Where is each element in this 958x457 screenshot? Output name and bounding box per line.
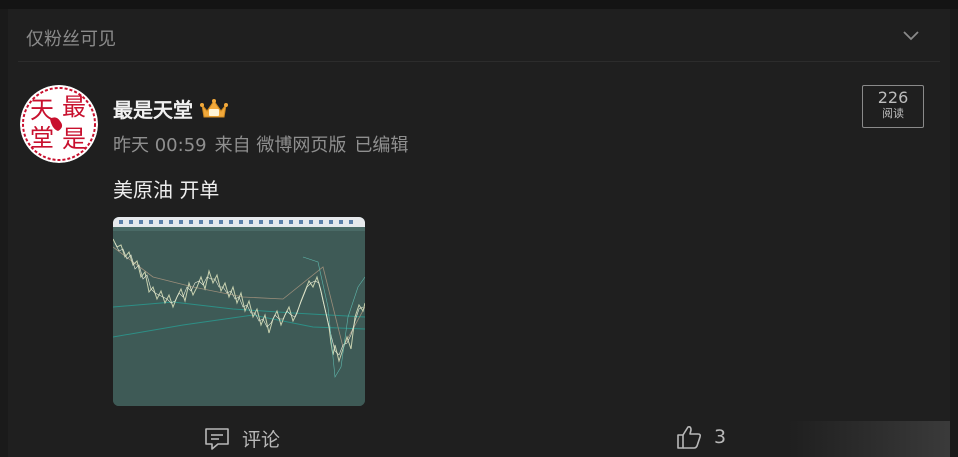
- avatar-char-2: 最: [62, 93, 86, 121]
- comment-button[interactable]: 评论: [204, 425, 280, 452]
- weibo-post-card: 仅粉丝可见 天 最 堂 是 最是天堂 昨天 00:59 来自 微博网页版 已编辑…: [8, 9, 950, 457]
- avatar[interactable]: 天 最 堂 是: [20, 85, 98, 163]
- like-count: 3: [714, 426, 727, 448]
- post-meta: 昨天 00:59 来自 微博网页版 已编辑: [113, 131, 416, 157]
- avatar-char-1: 天: [30, 96, 54, 124]
- author-name[interactable]: 最是天堂: [113, 94, 193, 123]
- chevron-down-icon[interactable]: [902, 29, 920, 43]
- avatar-seal-icon: 天 最 堂 是: [20, 85, 98, 163]
- post-source: 来自 微博网页版: [214, 135, 347, 156]
- author-name-row: 最是天堂: [113, 94, 229, 123]
- thumbs-up-icon: [677, 426, 702, 449]
- post-image-thumbnail[interactable]: [113, 217, 365, 406]
- read-count-badge: 226 阅读: [862, 85, 924, 128]
- divider: [18, 61, 940, 62]
- avatar-char-3: 堂: [30, 124, 54, 152]
- post-time[interactable]: 昨天 00:59: [113, 135, 207, 156]
- trading-chart-image: [113, 217, 365, 406]
- visibility-bar[interactable]: 仅粉丝可见: [8, 9, 950, 63]
- top-strip: [0, 0, 958, 9]
- post-text: 美原油 开单: [113, 178, 220, 202]
- avatar-char-4: 是: [62, 125, 86, 153]
- visibility-label: 仅粉丝可见: [26, 29, 116, 50]
- comment-label: 评论: [242, 429, 281, 451]
- page: 仅粉丝可见 天 最 堂 是 最是天堂 昨天 00:59 来自 微博网页版 已编辑…: [0, 0, 958, 457]
- read-count: 226: [877, 88, 909, 107]
- post-edited[interactable]: 已编辑: [354, 135, 408, 156]
- like-button[interactable]: 3: [676, 424, 726, 450]
- read-label: 阅读: [882, 107, 904, 120]
- fade-overlay: [788, 421, 950, 457]
- comment-icon: [205, 427, 229, 450]
- crown-icon: [200, 98, 228, 117]
